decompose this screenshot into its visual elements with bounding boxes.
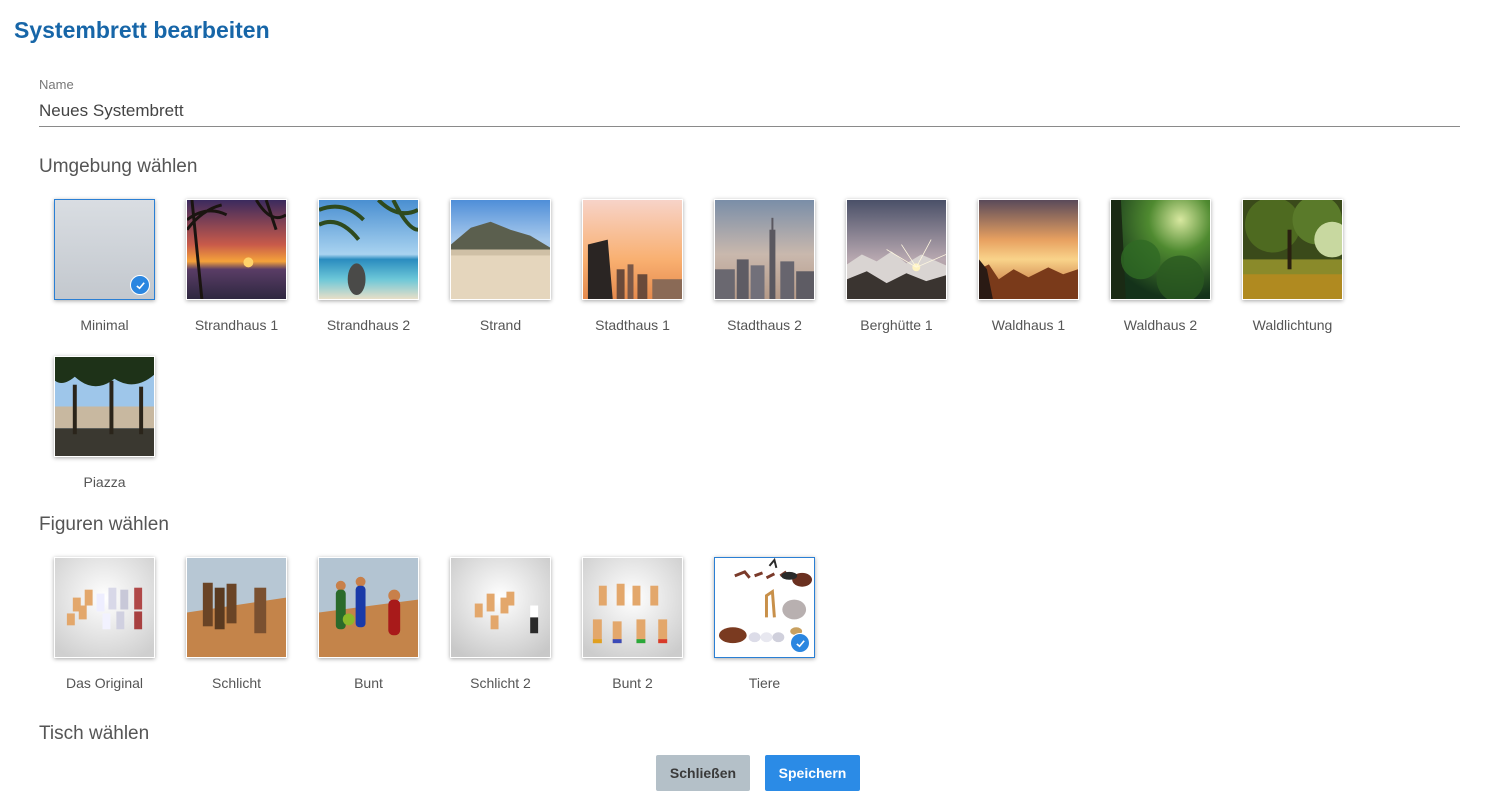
env-tile-waldlichtung[interactable]: Waldlichtung — [1242, 199, 1343, 333]
sunset-beach-thumbnail — [186, 199, 287, 300]
city-skyline-thumbnail — [714, 199, 815, 300]
fig-tile-schlicht[interactable]: Schlicht — [186, 557, 287, 691]
table-section-title: Tisch wählen — [39, 723, 150, 743]
piazza-pines-thumbnail — [54, 356, 155, 457]
fig-caption: Bunt 2 — [612, 675, 653, 691]
dialog-actions: Schließen Speichern — [656, 755, 860, 791]
colorful-figures-thumbnail — [318, 557, 419, 658]
fig-caption: Schlicht 2 — [470, 675, 531, 691]
save-button[interactable]: Speichern — [765, 755, 860, 791]
plain2-figures-thumbnail — [450, 557, 551, 658]
env-caption: Piazza — [83, 474, 126, 490]
plain-figures-thumbnail — [186, 557, 287, 658]
colorful2-figures-thumbnail — [582, 557, 683, 658]
fig-tile-tiere[interactable]: Tiere — [714, 557, 815, 691]
env-caption: Minimal — [80, 317, 129, 333]
fig-caption: Schlicht — [211, 675, 262, 691]
green-forest-thumbnail — [1110, 199, 1211, 300]
fig-caption: Bunt — [354, 675, 383, 691]
check-icon — [130, 275, 150, 295]
close-button[interactable]: Schließen — [656, 755, 750, 791]
minimal-thumbnail — [54, 199, 155, 300]
original-figures-thumbnail — [54, 557, 155, 658]
env-tile-strandhaus-1[interactable]: Strandhaus 1 — [186, 199, 287, 333]
env-caption: Waldhaus 1 — [991, 317, 1066, 333]
env-tile-minimal[interactable]: Minimal — [54, 199, 155, 333]
forest-clearing-thumbnail — [1242, 199, 1343, 300]
env-caption: Strandhaus 1 — [194, 317, 279, 333]
forest-sunset-thumbnail — [978, 199, 1079, 300]
figures-grid: Das Original Schlicht Bunt Schlicht 2 Bu — [54, 557, 1374, 691]
env-caption: Stadthaus 1 — [595, 317, 670, 333]
env-tile-waldhaus-1[interactable]: Waldhaus 1 — [978, 199, 1079, 333]
fig-tile-das-original[interactable]: Das Original — [54, 557, 155, 691]
fig-tile-bunt-2[interactable]: Bunt 2 — [582, 557, 683, 691]
name-input[interactable] — [39, 96, 1460, 127]
env-tile-strand[interactable]: Strand — [450, 199, 551, 333]
mountain-sunrise-thumbnail — [846, 199, 947, 300]
env-caption: Strand — [479, 317, 522, 333]
env-tile-berghuette-1[interactable]: Berghütte 1 — [846, 199, 947, 333]
fig-caption: Das Original — [65, 675, 144, 691]
sand-beach-thumbnail — [450, 199, 551, 300]
env-caption: Waldhaus 2 — [1123, 317, 1198, 333]
env-caption: Waldlichtung — [1252, 317, 1333, 333]
env-caption: Stadthaus 2 — [727, 317, 802, 333]
env-tile-piazza[interactable]: Piazza — [54, 356, 155, 490]
env-caption: Strandhaus 2 — [326, 317, 411, 333]
env-tile-stadthaus-1[interactable]: Stadthaus 1 — [582, 199, 683, 333]
env-tile-strandhaus-2[interactable]: Strandhaus 2 — [318, 199, 419, 333]
city-sunset-thumbnail — [582, 199, 683, 300]
environment-section-title: Umgebung wählen — [39, 156, 198, 177]
env-tile-stadthaus-2[interactable]: Stadthaus 2 — [714, 199, 815, 333]
name-label: Name — [39, 77, 74, 92]
tropical-beach-thumbnail — [318, 199, 419, 300]
env-tile-waldhaus-2[interactable]: Waldhaus 2 — [1110, 199, 1211, 333]
env-caption: Berghütte 1 — [860, 317, 933, 333]
fig-tile-bunt[interactable]: Bunt — [318, 557, 419, 691]
fig-caption: Tiere — [748, 675, 781, 691]
fig-tile-schlicht-2[interactable]: Schlicht 2 — [450, 557, 551, 691]
scroll-area[interactable]: Umgebung wählen Minimal Strandhaus 1 Str… — [0, 140, 1499, 743]
environment-grid: Minimal Strandhaus 1 Strandhaus 2 Strand — [54, 199, 1374, 490]
check-icon — [790, 633, 810, 653]
dialog-title: Systembrett bearbeiten — [14, 17, 270, 43]
animals-figures-thumbnail — [714, 557, 815, 658]
figures-section-title: Figuren wählen — [39, 514, 169, 535]
